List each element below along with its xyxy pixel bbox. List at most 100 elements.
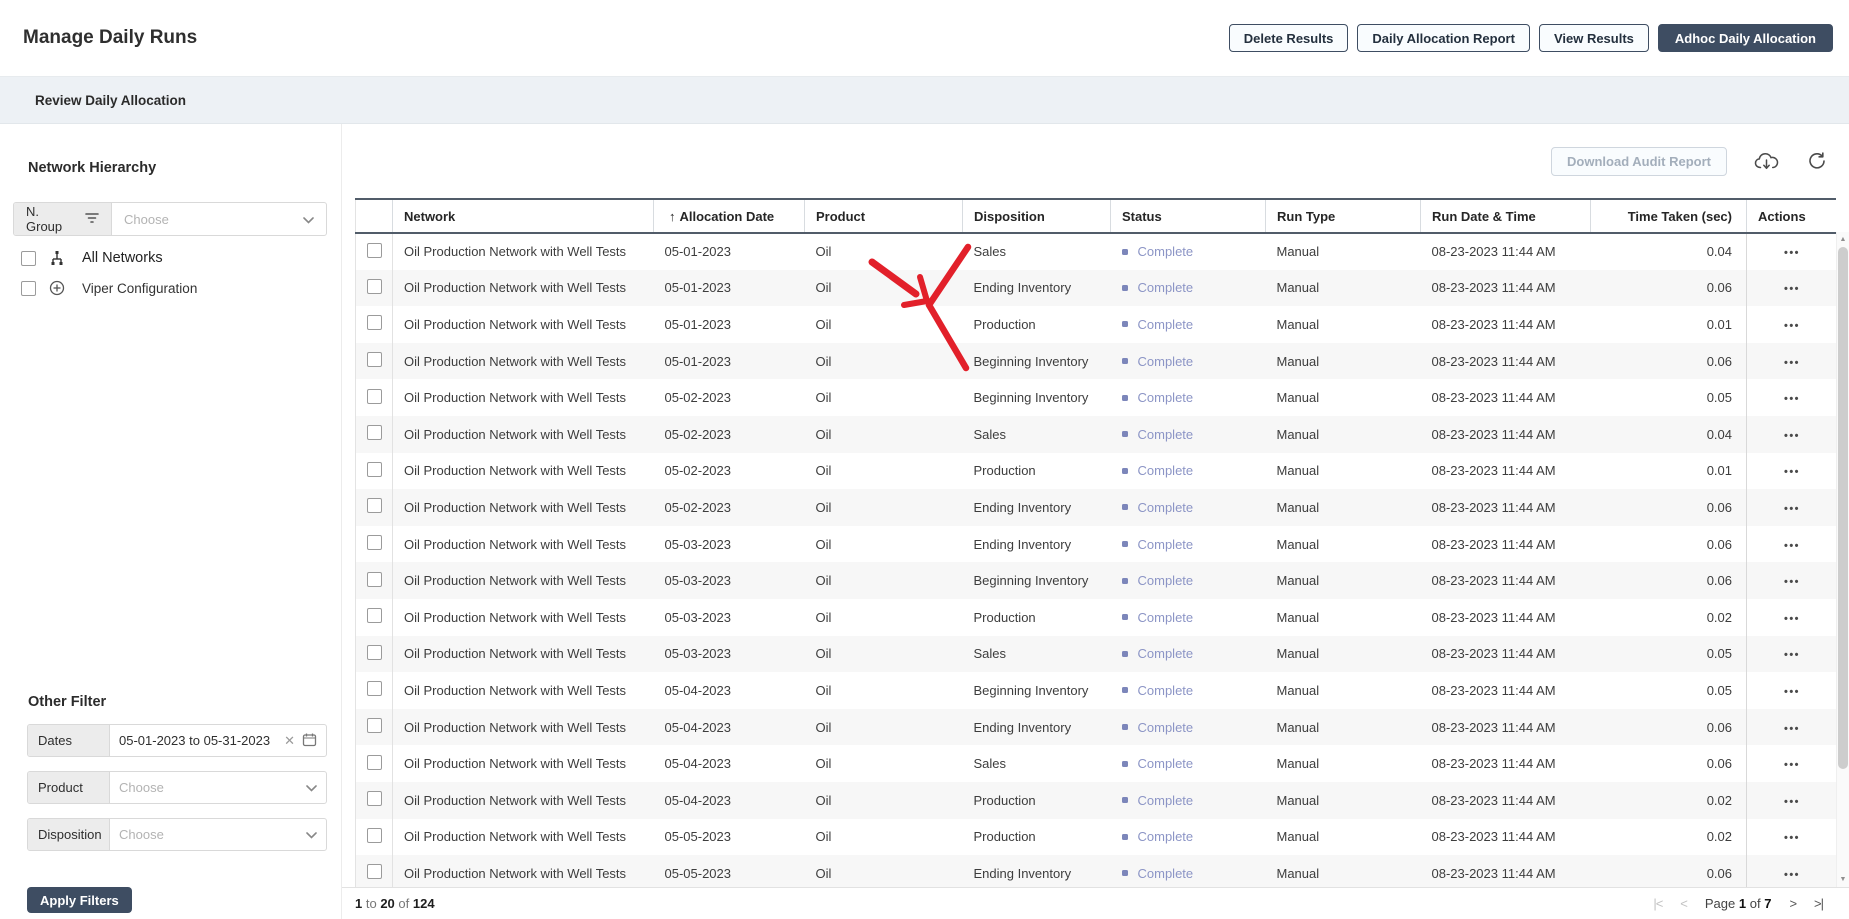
cell-run-datetime: 08-23-2023 11:44 AM <box>1421 636 1591 673</box>
dates-range-field[interactable]: 05-01-2023 to 05-31-2023 ✕ <box>110 732 326 750</box>
row-checkbox[interactable] <box>367 718 382 733</box>
all-networks-label: All Networks <box>82 250 163 266</box>
calendar-icon[interactable] <box>302 732 317 750</box>
cell-product: Oil <box>805 306 963 343</box>
col-allocation-date-label: Allocation Date <box>680 209 775 224</box>
status-text: Complete <box>1138 427 1194 442</box>
table-row: Oil Production Network with Well Tests05… <box>356 672 1837 709</box>
cloud-download-icon[interactable] <box>1754 151 1780 171</box>
cell-product: Oil <box>805 233 963 270</box>
col-disposition[interactable]: Disposition <box>963 199 1111 233</box>
first-page-button[interactable]: |< <box>1653 896 1662 911</box>
col-product[interactable]: Product <box>805 199 963 233</box>
row-checkbox[interactable] <box>367 608 382 623</box>
row-checkbox[interactable] <box>367 243 382 258</box>
adhoc-daily-allocation-button[interactable]: Adhoc Daily Allocation <box>1658 24 1833 52</box>
status-text: Complete <box>1138 390 1194 405</box>
vertical-scrollbar[interactable]: ▲ ▼ <box>1836 232 1849 887</box>
status-text: Complete <box>1138 793 1194 808</box>
row-actions-button[interactable]: ••• <box>1784 723 1800 735</box>
row-actions-button[interactable]: ••• <box>1784 576 1800 588</box>
row-checkbox[interactable] <box>367 645 382 660</box>
top-buttons: Delete Results Daily Allocation Report V… <box>1229 24 1833 52</box>
col-run-type[interactable]: Run Type <box>1266 199 1421 233</box>
tree-item-all-networks[interactable]: All Networks <box>21 250 327 266</box>
row-select-cell <box>356 636 393 673</box>
page-title: Manage Daily Runs <box>23 27 197 49</box>
row-checkbox[interactable] <box>367 572 382 587</box>
row-actions-button[interactable]: ••• <box>1784 357 1800 369</box>
chevron-down-icon <box>306 827 317 842</box>
row-actions-button[interactable]: ••• <box>1784 759 1800 771</box>
all-networks-checkbox[interactable] <box>21 251 36 266</box>
daily-allocation-report-button[interactable]: Daily Allocation Report <box>1357 24 1530 52</box>
cell-actions: ••• <box>1747 453 1837 490</box>
row-actions-button[interactable]: ••• <box>1784 686 1800 698</box>
scrollbar-thumb[interactable] <box>1838 247 1848 769</box>
cell-run-type: Manual <box>1266 562 1421 599</box>
cell-allocation-date: 05-02-2023 <box>654 416 805 453</box>
row-actions-button[interactable]: ••• <box>1784 430 1800 442</box>
expand-plus-icon[interactable] <box>48 280 66 296</box>
row-checkbox[interactable] <box>367 462 382 477</box>
row-actions-button[interactable]: ••• <box>1784 869 1800 881</box>
cell-allocation-date: 05-03-2023 <box>654 562 805 599</box>
viper-configuration-checkbox[interactable] <box>21 281 36 296</box>
table-row: Oil Production Network with Well Tests05… <box>356 819 1837 856</box>
row-actions-button[interactable]: ••• <box>1784 466 1800 478</box>
row-actions-button[interactable]: ••• <box>1784 649 1800 661</box>
network-group-filter[interactable]: N. Group Choose <box>13 202 327 236</box>
cell-disposition: Sales <box>963 233 1111 270</box>
scroll-down-icon[interactable]: ▼ <box>1837 876 1849 883</box>
row-checkbox[interactable] <box>367 681 382 696</box>
delete-results-button[interactable]: Delete Results <box>1229 24 1349 52</box>
row-checkbox[interactable] <box>367 425 382 440</box>
row-actions-button[interactable]: ••• <box>1784 503 1800 515</box>
row-checkbox[interactable] <box>367 498 382 513</box>
row-checkbox[interactable] <box>367 535 382 550</box>
row-checkbox[interactable] <box>367 352 382 367</box>
refresh-icon[interactable] <box>1807 151 1827 171</box>
tree-item-viper-configuration[interactable]: Viper Configuration <box>21 280 327 296</box>
row-actions-button[interactable]: ••• <box>1784 283 1800 295</box>
cell-disposition: Sales <box>963 416 1111 453</box>
row-actions-button[interactable]: ••• <box>1784 796 1800 808</box>
last-page-button[interactable]: >| <box>1814 896 1823 911</box>
product-select[interactable]: Choose <box>110 780 326 795</box>
scroll-up-icon[interactable]: ▲ <box>1837 236 1849 243</box>
row-checkbox[interactable] <box>367 791 382 806</box>
row-checkbox[interactable] <box>367 389 382 404</box>
row-actions-button[interactable]: ••• <box>1784 320 1800 332</box>
cell-allocation-date: 05-01-2023 <box>654 306 805 343</box>
cell-disposition: Ending Inventory <box>963 526 1111 563</box>
view-results-button[interactable]: View Results <box>1539 24 1649 52</box>
row-checkbox[interactable] <box>367 828 382 843</box>
row-actions-button[interactable]: ••• <box>1784 613 1800 625</box>
sort-asc-icon: ↑ <box>669 209 676 224</box>
col-allocation-date[interactable]: ↑ Allocation Date <box>654 199 805 233</box>
network-group-select[interactable]: Choose <box>112 212 326 227</box>
row-checkbox[interactable] <box>367 279 382 294</box>
row-actions-button[interactable]: ••• <box>1784 832 1800 844</box>
cell-run-datetime: 08-23-2023 11:44 AM <box>1421 416 1591 453</box>
clear-dates-icon[interactable]: ✕ <box>284 733 295 749</box>
col-run-date-time[interactable]: Run Date & Time <box>1421 199 1591 233</box>
row-actions-button[interactable]: ••• <box>1784 393 1800 405</box>
cell-status: Complete <box>1111 270 1266 307</box>
col-network[interactable]: Network <box>393 199 654 233</box>
cell-disposition: Ending Inventory <box>963 270 1111 307</box>
row-actions-button[interactable]: ••• <box>1784 247 1800 259</box>
row-checkbox[interactable] <box>367 315 382 330</box>
cell-network: Oil Production Network with Well Tests <box>393 306 654 343</box>
col-status[interactable]: Status <box>1111 199 1266 233</box>
next-page-button[interactable]: > <box>1789 896 1796 911</box>
row-checkbox[interactable] <box>367 864 382 879</box>
prev-page-button[interactable]: < <box>1680 896 1687 911</box>
disposition-select[interactable]: Choose <box>110 827 326 842</box>
apply-filters-button[interactable]: Apply Filters <box>27 887 132 913</box>
cell-time-taken: 0.04 <box>1591 416 1747 453</box>
download-audit-report-button[interactable]: Download Audit Report <box>1551 147 1727 176</box>
row-actions-button[interactable]: ••• <box>1784 540 1800 552</box>
col-time-taken[interactable]: Time Taken (sec) <box>1591 199 1747 233</box>
row-checkbox[interactable] <box>367 755 382 770</box>
